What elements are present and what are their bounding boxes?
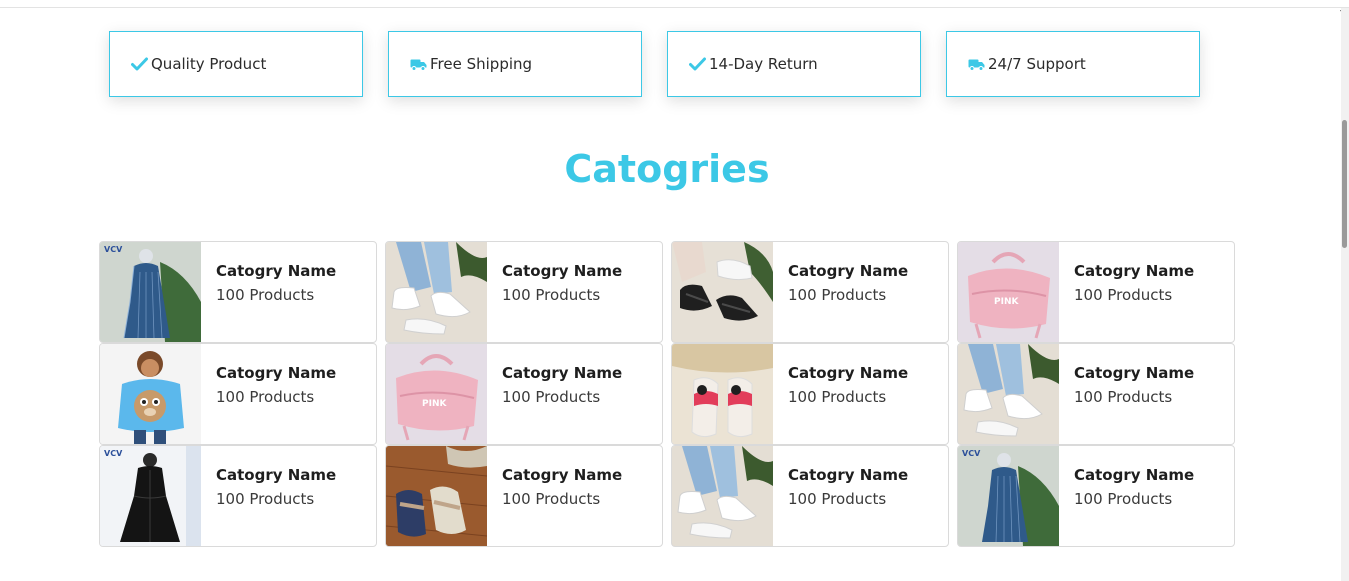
feature-quality-product: Quality Product bbox=[109, 31, 363, 97]
category-card[interactable]: Catogry Name 100 Products bbox=[671, 445, 949, 547]
category-card[interactable]: Catogry Name 100 Products bbox=[671, 343, 949, 445]
category-count: 100 Products bbox=[1074, 388, 1173, 406]
category-name[interactable]: Catogry Name bbox=[502, 262, 622, 280]
category-count: 100 Products bbox=[502, 490, 601, 508]
category-name[interactable]: Catogry Name bbox=[788, 466, 908, 484]
category-count: 100 Products bbox=[216, 286, 315, 304]
category-card[interactable]: VCV Catogry Name 100 Products bbox=[99, 445, 377, 547]
category-card[interactable]: Catogry Name 100 Products bbox=[671, 241, 949, 343]
category-image-dress[interactable]: VCV bbox=[958, 446, 1059, 546]
category-card[interactable]: Catogry Name 100 Products bbox=[385, 241, 663, 343]
category-count: 100 Products bbox=[216, 490, 315, 508]
category-name[interactable]: Catogry Name bbox=[502, 364, 622, 382]
page-scrollbar[interactable] bbox=[1341, 8, 1349, 581]
svg-text:PINK: PINK bbox=[422, 399, 447, 409]
feature-label: Free Shipping bbox=[430, 55, 533, 73]
truck-icon bbox=[409, 55, 427, 73]
category-card[interactable]: Catogry Name 100 Products bbox=[957, 343, 1235, 445]
category-name[interactable]: Catogry Name bbox=[1074, 262, 1194, 280]
category-image-sneakers[interactable] bbox=[672, 446, 773, 546]
category-count: 100 Products bbox=[216, 388, 315, 406]
category-card[interactable]: Catogry Name 100 Products bbox=[99, 343, 377, 445]
category-count: 100 Products bbox=[1074, 286, 1173, 304]
svg-text:VCV: VCV bbox=[104, 245, 123, 254]
svg-text:PINK: PINK bbox=[994, 297, 1019, 307]
category-image-slides[interactable] bbox=[386, 446, 487, 546]
category-image-sneakers[interactable] bbox=[386, 242, 487, 342]
category-image-dress[interactable]: VCV bbox=[100, 242, 201, 342]
category-name[interactable]: Catogry Name bbox=[502, 466, 622, 484]
category-count: 100 Products bbox=[1074, 490, 1173, 508]
category-card[interactable]: PINK Catogry Name 100 Products bbox=[957, 241, 1235, 343]
category-card[interactable]: Catogry Name 100 Products bbox=[385, 445, 663, 547]
feature-free-shipping: Free Shipping bbox=[388, 31, 642, 97]
truck-icon bbox=[967, 55, 985, 73]
feature-label: 24/7 Support bbox=[988, 55, 1086, 73]
category-card[interactable]: VCV Catogry Name 100 Products bbox=[957, 445, 1235, 547]
feature-label: 14-Day Return bbox=[709, 55, 818, 73]
category-count: 100 Products bbox=[502, 286, 601, 304]
category-name[interactable]: Catogry Name bbox=[788, 364, 908, 382]
category-image-kids-slippers[interactable] bbox=[672, 344, 773, 444]
scrollbar-thumb[interactable] bbox=[1342, 120, 1347, 248]
feature-label: Quality Product bbox=[151, 55, 267, 73]
check-icon bbox=[688, 55, 706, 73]
category-name[interactable]: Catogry Name bbox=[216, 466, 336, 484]
category-image-sandals[interactable] bbox=[672, 242, 773, 342]
category-count: 100 Products bbox=[788, 388, 887, 406]
category-count: 100 Products bbox=[502, 388, 601, 406]
category-image-pink-bag[interactable]: PINK bbox=[958, 242, 1059, 342]
category-name[interactable]: Catogry Name bbox=[1074, 364, 1194, 382]
feature-24-7-support: 24/7 Support bbox=[946, 31, 1200, 97]
category-image-pink-bag[interactable]: PINK bbox=[386, 344, 487, 444]
category-name[interactable]: Catogry Name bbox=[788, 262, 908, 280]
svg-text:VCV: VCV bbox=[962, 449, 981, 458]
category-image-kids-backpack[interactable] bbox=[100, 344, 201, 444]
category-card[interactable]: PINK Catogry Name 100 Products bbox=[385, 343, 663, 445]
feature-14-day-return: 14-Day Return bbox=[667, 31, 921, 97]
features-row: Quality Product Free Shipping 14-Day Ret… bbox=[109, 31, 1200, 97]
categories-grid: VCV Catogry Name 100 Products Catogry Na… bbox=[99, 241, 1235, 547]
category-image-black-abaya[interactable]: VCV bbox=[100, 446, 201, 546]
top-divider bbox=[0, 7, 1349, 8]
category-image-sneakers[interactable] bbox=[958, 344, 1059, 444]
category-count: 100 Products bbox=[788, 490, 887, 508]
category-name[interactable]: Catogry Name bbox=[1074, 466, 1194, 484]
section-title: Catogries bbox=[564, 147, 770, 191]
svg-text:VCV: VCV bbox=[104, 449, 123, 458]
check-icon bbox=[130, 55, 148, 73]
category-name[interactable]: Catogry Name bbox=[216, 262, 336, 280]
category-card[interactable]: VCV Catogry Name 100 Products bbox=[99, 241, 377, 343]
category-count: 100 Products bbox=[788, 286, 887, 304]
category-name[interactable]: Catogry Name bbox=[216, 364, 336, 382]
